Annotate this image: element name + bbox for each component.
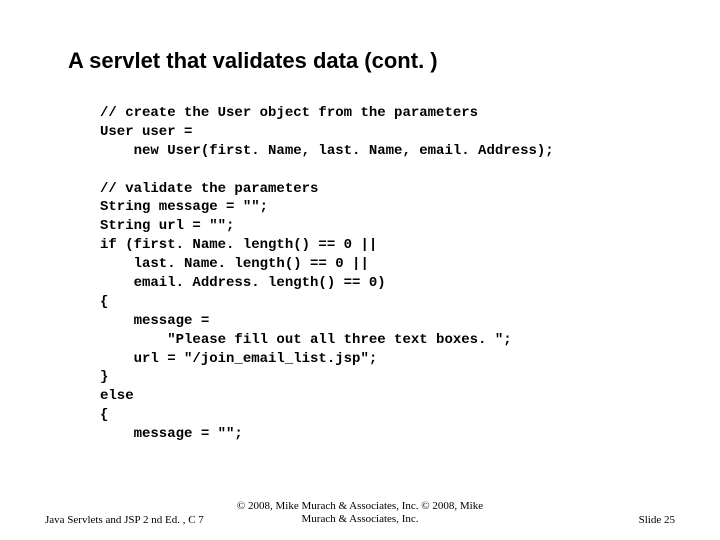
- code-block: // create the User object from the param…: [100, 104, 554, 444]
- slide-title: A servlet that validates data (cont. ): [68, 48, 438, 74]
- footer-right: Slide 25: [639, 514, 675, 526]
- footer: Java Servlets and JSP 2 nd Ed. , C 7 © 2…: [0, 492, 720, 526]
- footer-center-line1: © 2008, Mike Murach & Associates, Inc. ©…: [0, 500, 720, 513]
- slide: A servlet that validates data (cont. ) /…: [0, 0, 720, 540]
- footer-center: © 2008, Mike Murach & Associates, Inc. ©…: [0, 500, 720, 526]
- footer-center-line2: Murach & Associates, Inc.: [0, 513, 720, 526]
